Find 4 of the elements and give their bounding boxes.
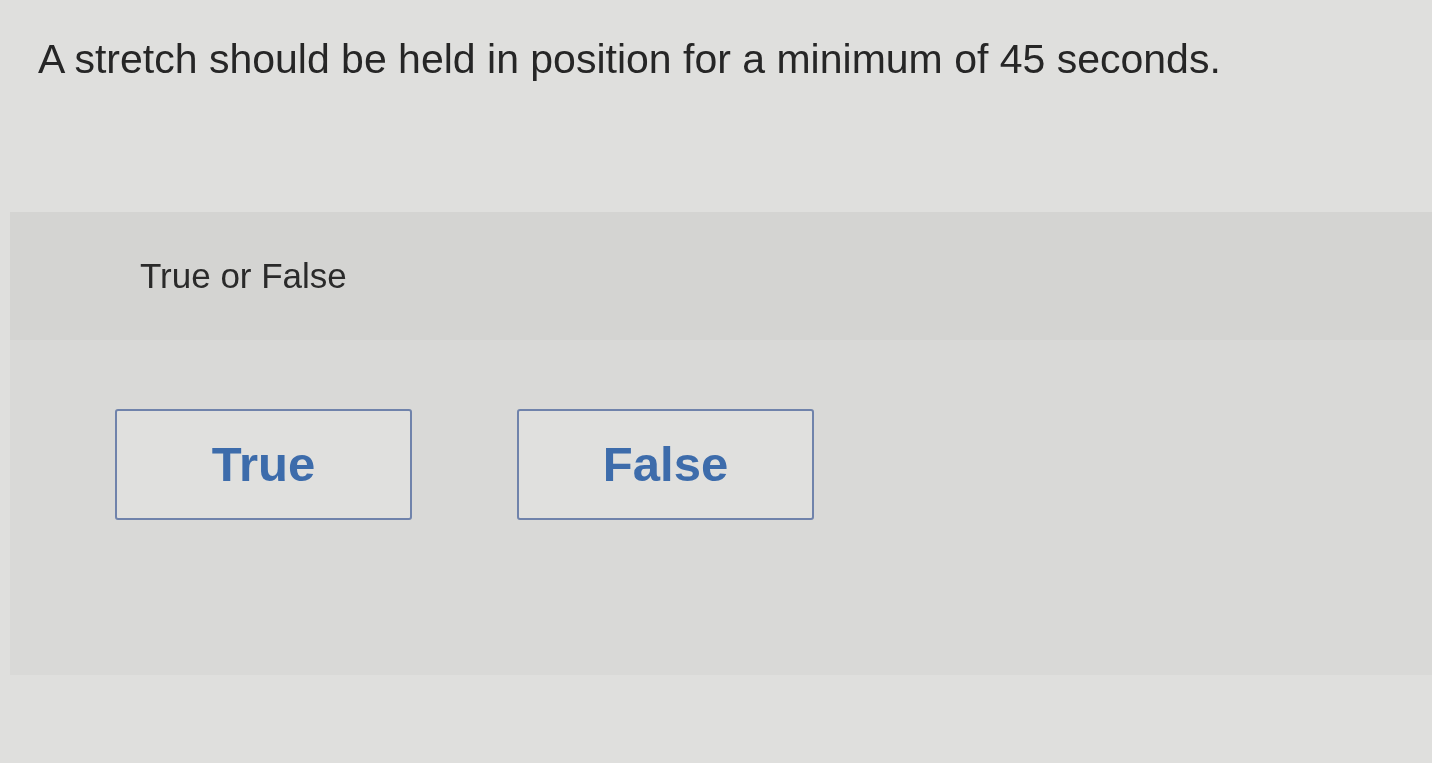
prompt-text: True or False — [140, 254, 347, 297]
question-text: A stretch should be held in position for a minimum of 45 seconds. — [38, 35, 1221, 84]
answer-option-button[interactable]: True — [115, 409, 412, 520]
answer-option-button[interactable]: False — [517, 409, 814, 520]
